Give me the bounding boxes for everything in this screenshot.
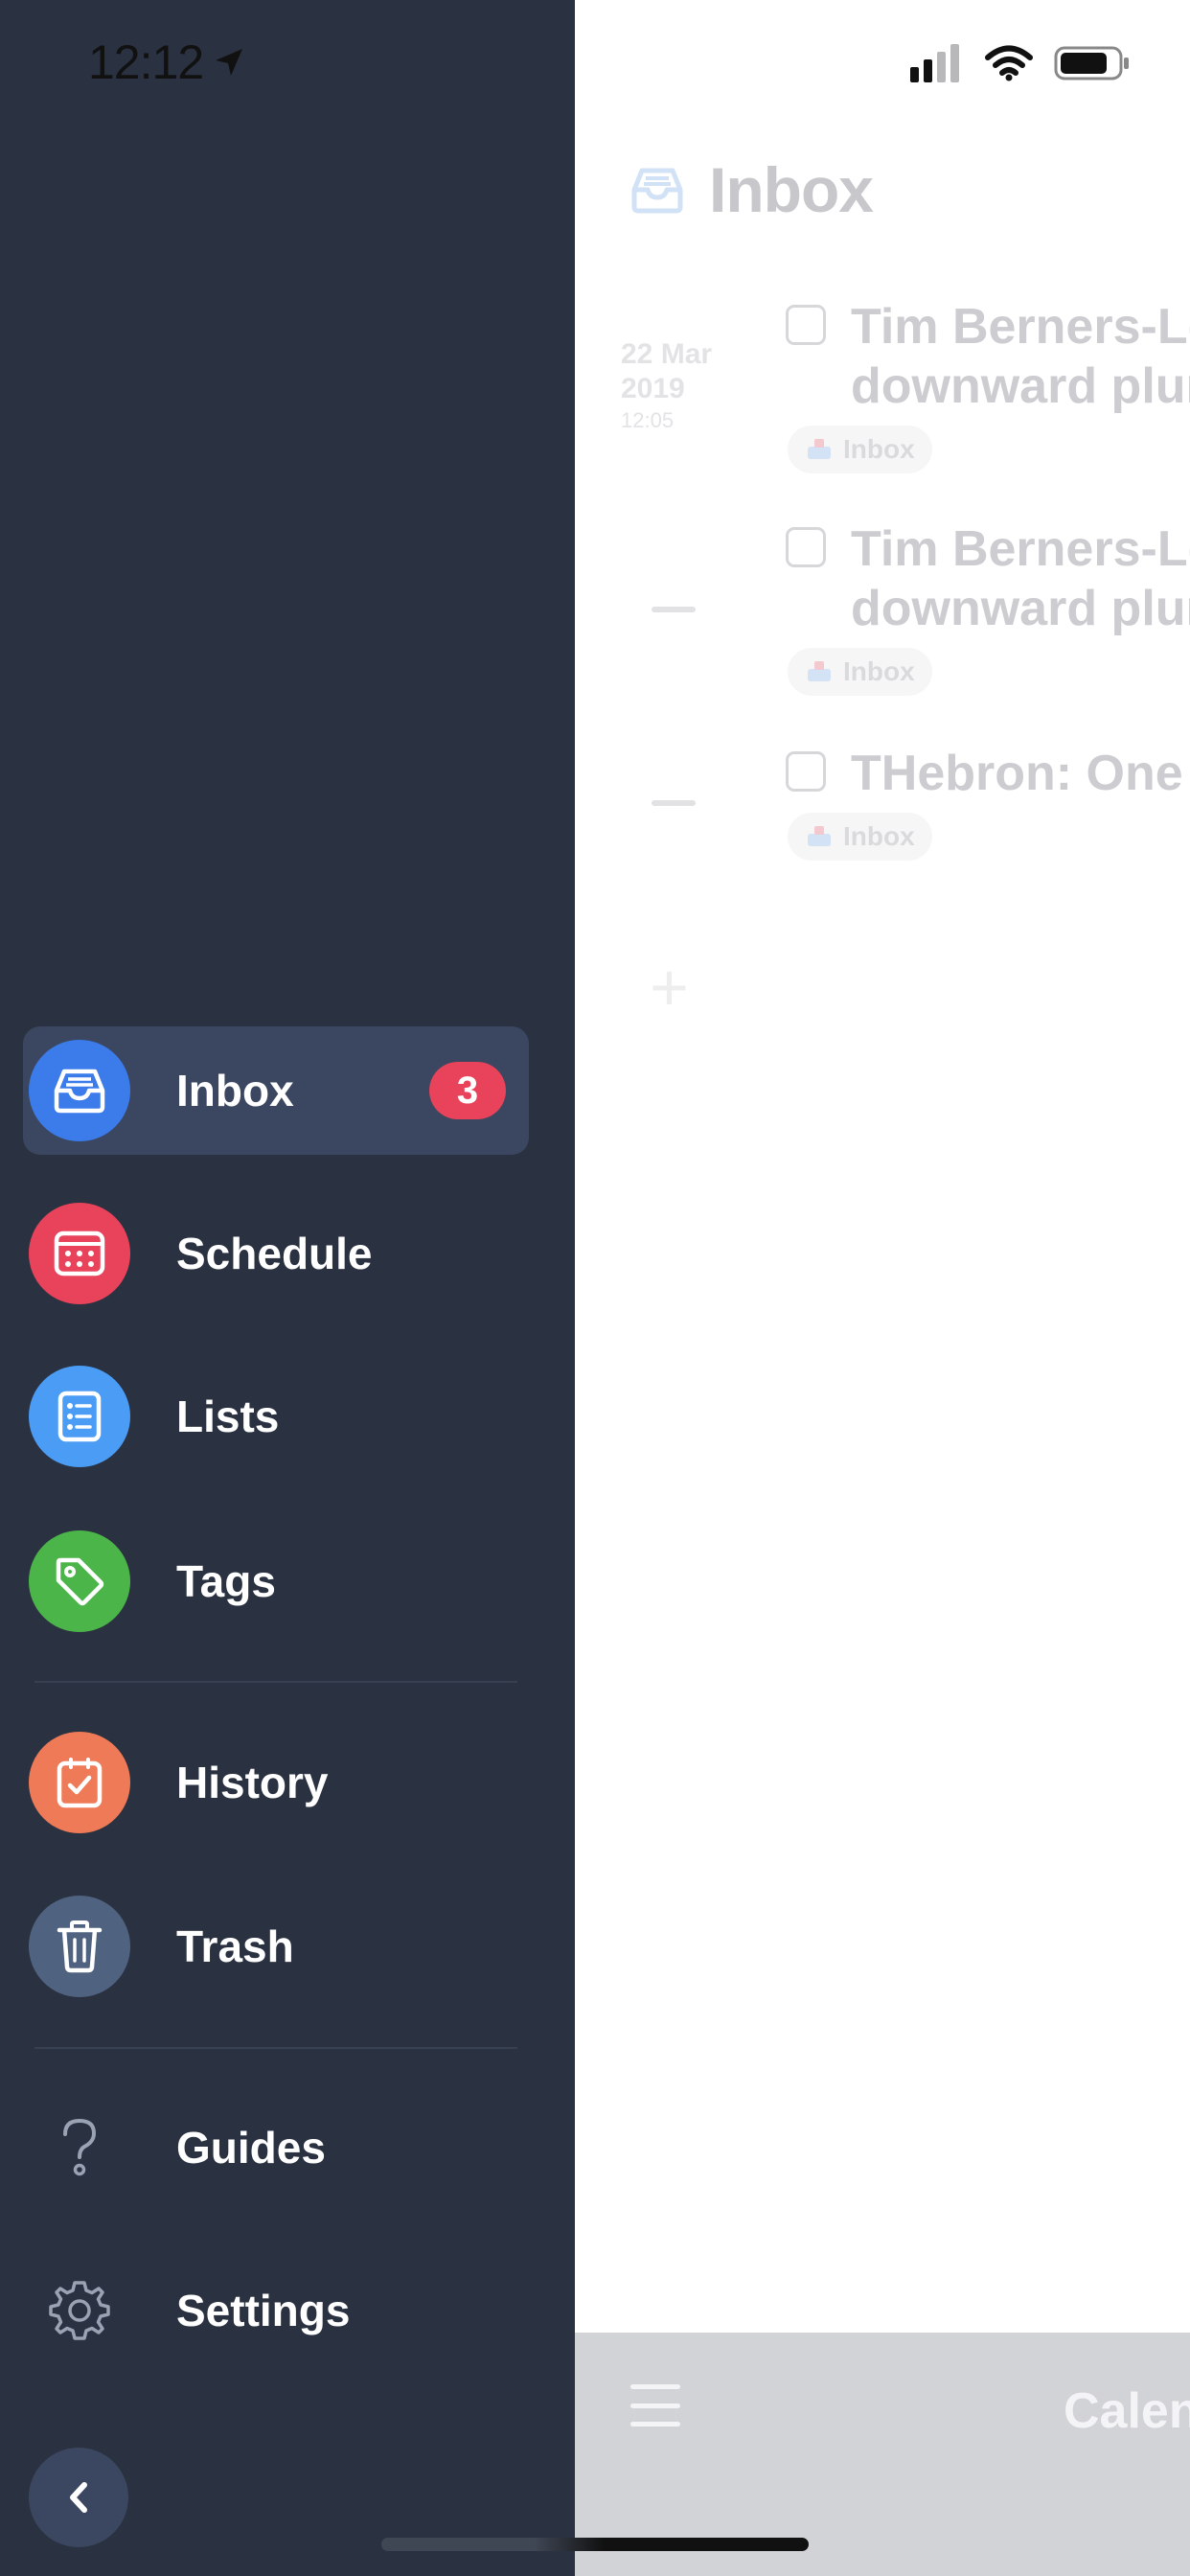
status-bar-right [910,44,1131,82]
inbox-tray-icon [808,661,831,681]
no-date-dash [652,607,696,612]
tag-icon [29,1530,130,1632]
sidebar-item-schedule[interactable]: Schedule [23,1189,529,1318]
sidebar-item-tags[interactable]: Tags [23,1517,529,1645]
screen: Inbox 22 Mar 2019 12:05 Tim Berners-Le d… [0,0,1190,2576]
inbox-tray-icon [808,439,831,459]
sidebar-item-label: Guides [176,2123,326,2173]
inbox-tray-icon [808,826,831,846]
sidebar: 12:12 Inbox 3 Schedule Lists Tags Histor… [0,0,575,2576]
task-tag[interactable]: Inbox [788,426,932,473]
task-tag-label: Inbox [843,434,915,464]
hamburger-menu-icon[interactable] [630,2384,680,2426]
task-checkbox[interactable] [786,751,826,792]
task-title: Tim Berners-Le downward plun [851,297,1190,416]
task-tag[interactable]: Inbox [788,813,932,861]
sidebar-item-history[interactable]: History [23,1718,529,1847]
task-checkbox[interactable] [786,527,826,567]
list-icon [29,1366,130,1467]
inbox-tray-icon [631,168,683,214]
no-date-dash [652,800,696,806]
task-title: THebron: One S [851,744,1190,803]
task-date-year: 2019 [621,373,685,404]
plus-icon[interactable]: + [650,949,689,1025]
calendar-icon [29,1203,130,1304]
task-checkbox[interactable] [786,305,826,345]
sidebar-item-label: Inbox [176,1066,294,1116]
task-title-line: Tim Berners-Le [851,299,1190,355]
status-bar-time: 12:12 [88,34,245,90]
task-tag-label: Inbox [843,821,915,851]
sidebar-item-label: Settings [176,2286,351,2335]
sidebar-item-settings[interactable]: Settings [23,2246,529,2375]
trash-icon [29,1896,130,1997]
task-date: 22 Mar 2019 12:05 [621,337,745,435]
clock-text: 12:12 [88,35,204,89]
cellular-signal-icon [910,44,964,82]
task-title-line: THebron: One S [851,746,1190,801]
sidebar-item-lists[interactable]: Lists [23,1352,529,1481]
unread-count-badge: 3 [429,1062,506,1119]
task-title-line: Tim Berners-Le [851,521,1190,577]
question-icon [29,2097,130,2198]
checkbox-icon [29,1732,130,1833]
task-title: Tim Berners-Le downward plun [851,519,1190,638]
location-arrow-icon [216,49,243,76]
sidebar-item-label: History [176,1758,329,1807]
battery-icon [1054,46,1129,80]
sidebar-item-label: Lists [176,1392,280,1441]
sidebar-divider [34,1681,517,1683]
task-title-line: downward plun [851,358,1190,414]
sidebar-item-label: Tags [176,1556,276,1606]
sidebar-item-guides[interactable]: Guides [23,2083,529,2212]
main-header: Inbox [629,153,874,226]
task-tag-label: Inbox [843,656,915,686]
sidebar-item-label: Trash [176,1921,294,1971]
sidebar-item-label: Schedule [176,1229,373,1278]
task-date-time: 12:05 [621,408,675,432]
home-indicator[interactable] [381,2538,809,2551]
main-content[interactable]: Inbox 22 Mar 2019 12:05 Tim Berners-Le d… [575,0,1190,2576]
sidebar-item-trash[interactable]: Trash [23,1882,529,2011]
task-tag[interactable]: Inbox [788,648,932,696]
wifi-icon [985,45,1033,81]
inbox-tray-icon [29,1040,130,1141]
sidebar-divider [34,2047,517,2049]
page-title: Inbox [709,154,874,225]
sidebar-item-inbox[interactable]: Inbox 3 [23,1026,529,1155]
task-title-line: downward plun [851,581,1190,636]
task-date-day: 22 Mar [621,338,713,370]
bottom-tab-label[interactable]: Calen [1064,2382,1190,2440]
chevron-left-icon [70,2482,87,2513]
gear-icon [29,2260,130,2361]
collapse-sidebar-button[interactable] [29,2448,128,2547]
